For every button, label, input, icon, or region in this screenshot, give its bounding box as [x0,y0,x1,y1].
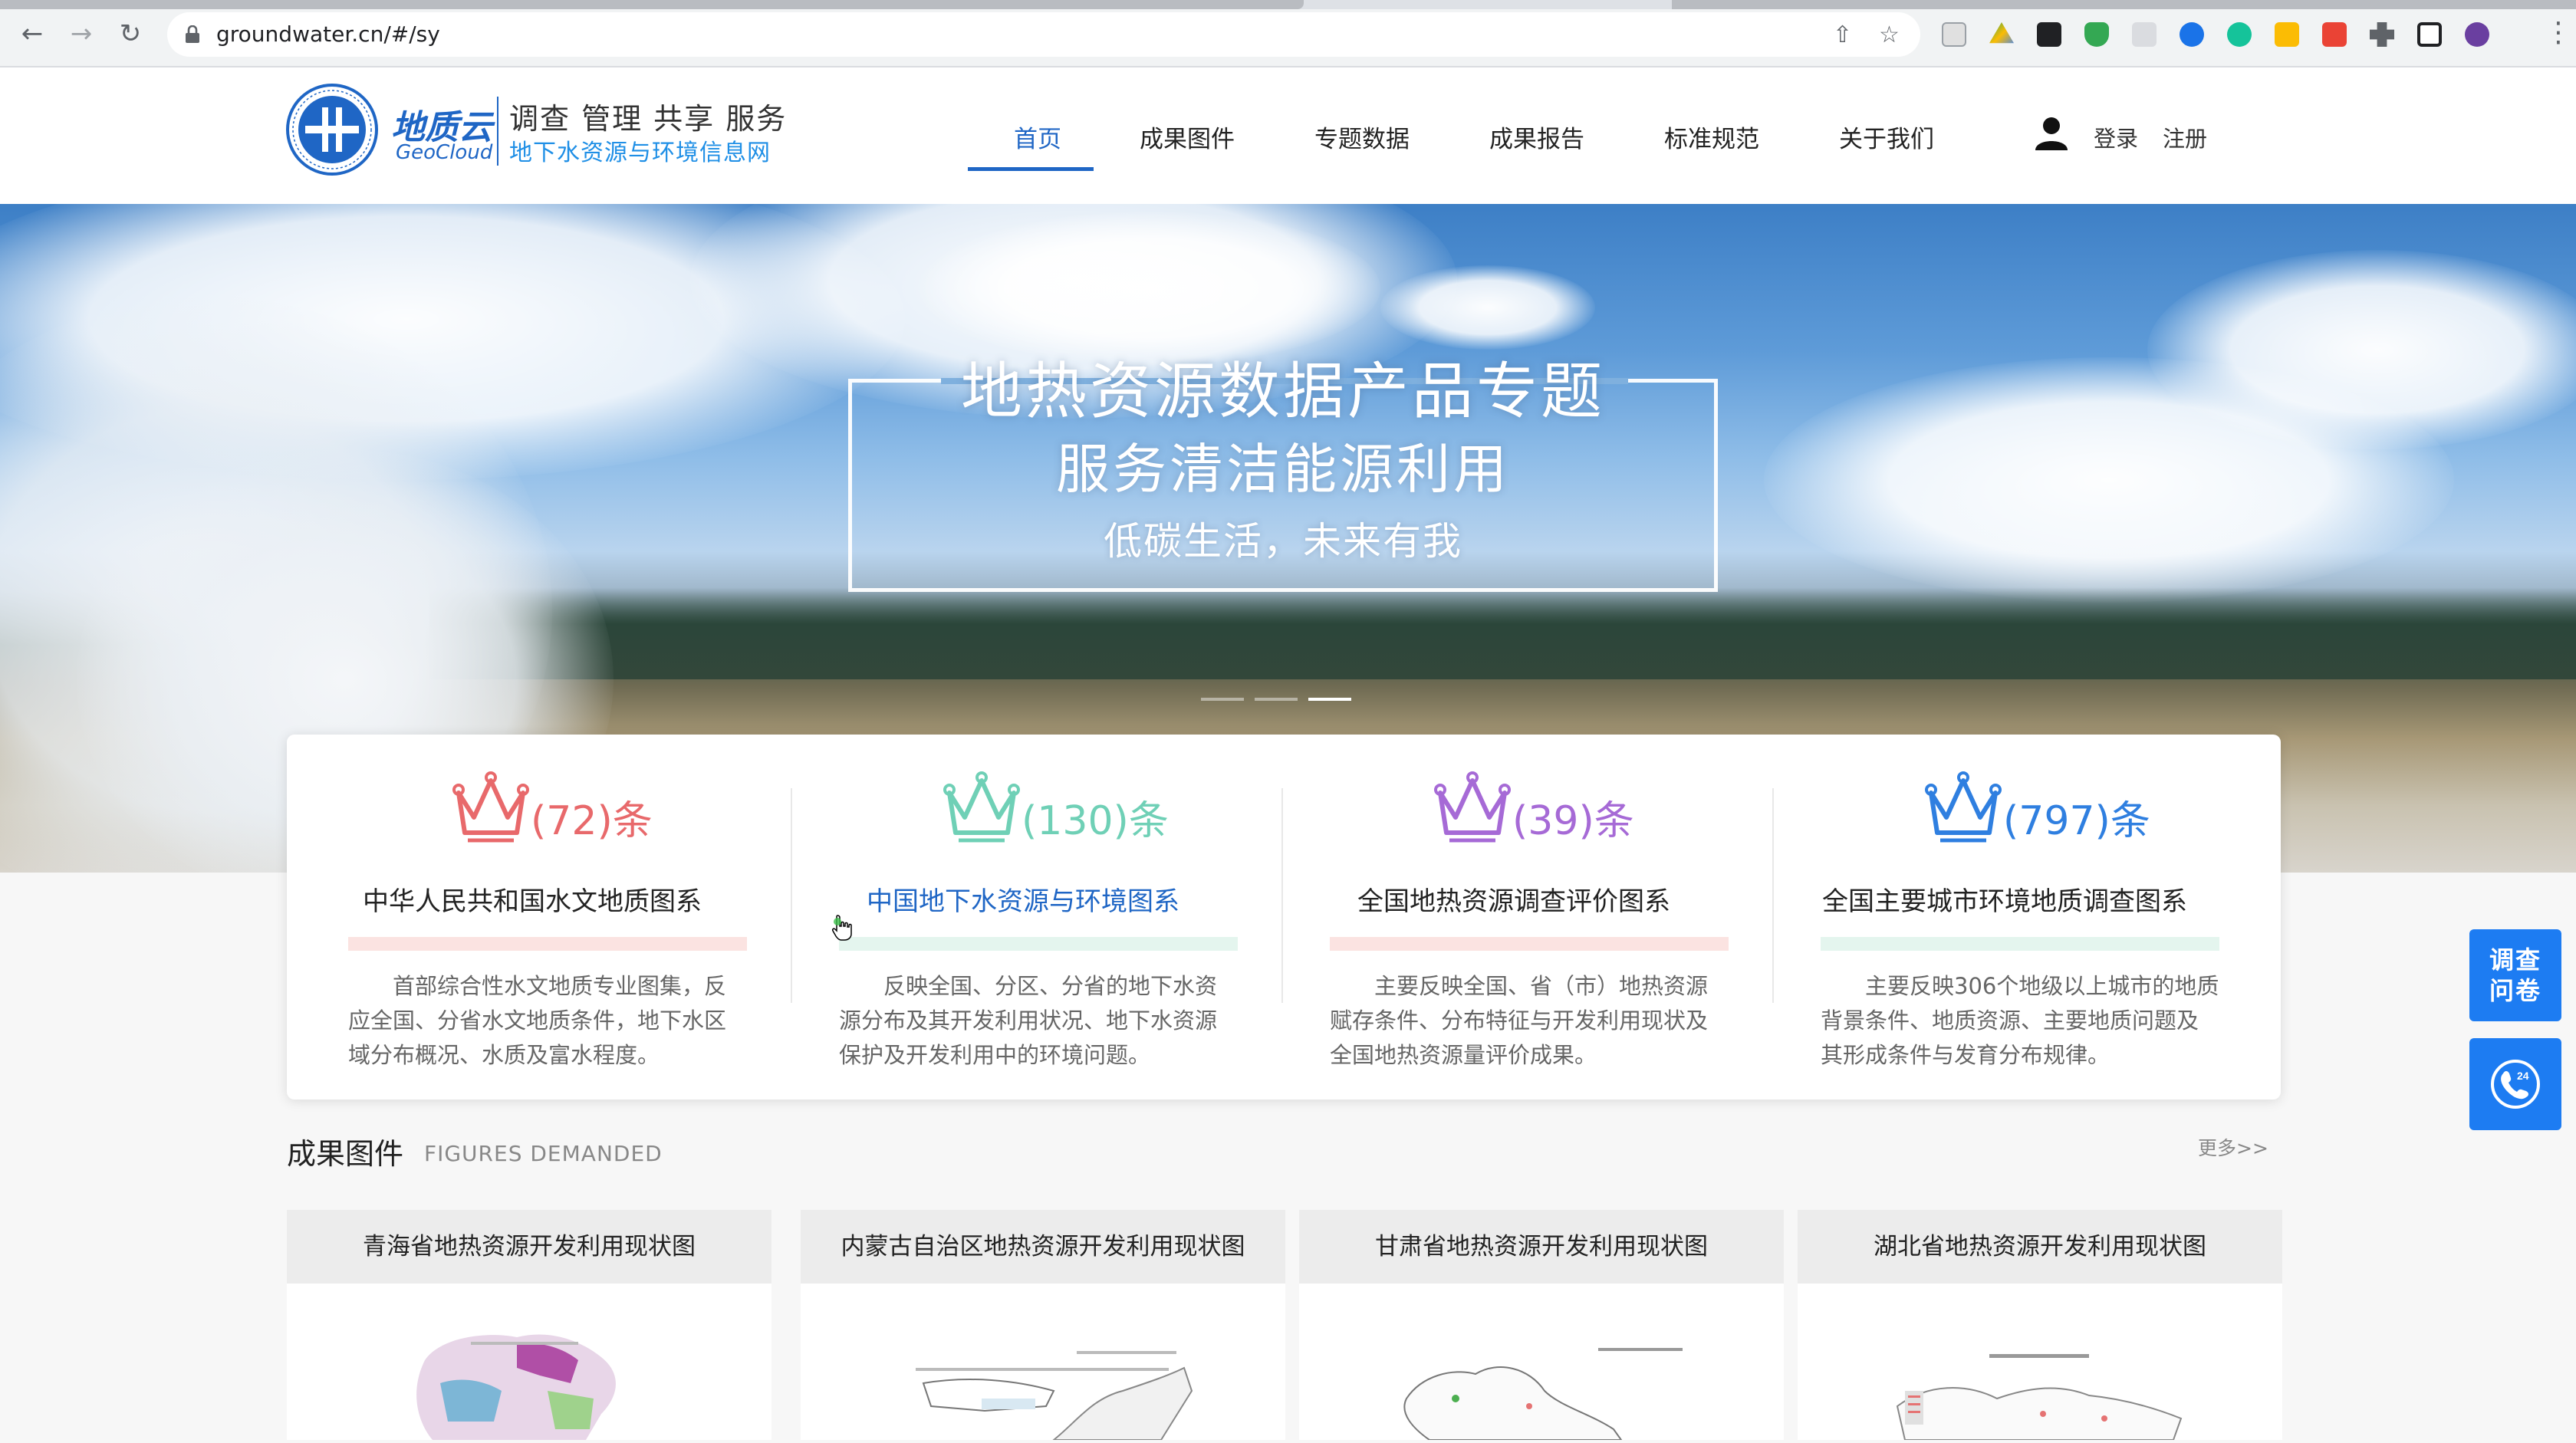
wifi-extension-icon[interactable] [2180,22,2204,47]
category-panel: (72)条 中华人民共和国水文地质图系 首部综合性水文地质专业图集，反应全国、分… [287,735,2281,1100]
register-link[interactable]: 注册 [2163,121,2207,153]
logo-divider [497,97,498,166]
bookmark-star-icon[interactable]: ☆ [1879,21,1900,48]
nav-item-about[interactable]: 关于我们 [1839,120,1934,154]
address-bar[interactable]: groundwater.cn/#/sy ⇧ ☆ [167,12,1920,57]
category-description: 主要反映306个地级以上城市的地质背景条件、地质资源、主要地质问题及其形成条件与… [1821,973,2219,1068]
hero-tagline: 低碳生活，未来有我 [1104,519,1462,564]
logo-text-en: GeoCloud [396,141,493,164]
category-card[interactable]: (797)条 全国主要城市环境地质调查图系 主要反映306个地级以上城市的地质背… [1759,735,2250,1100]
nav-item-standards[interactable]: 标准规范 [1664,120,1759,154]
category-title[interactable]: 中国地下水资源与环境图系 [778,880,1268,918]
figure-title[interactable]: 湖北省地热资源开发利用现状图 [1798,1210,2282,1284]
shield-extension-icon[interactable] [2084,22,2109,47]
category-description: 主要反映全国、省（市）地热资源赋存条件、分布特征与开发利用现状及全国地热资源量评… [1330,973,1709,1068]
category-accent-bar [348,937,747,951]
geology-logo-icon[interactable] [285,83,379,176]
carousel-dot[interactable] [1201,698,1244,701]
site-subtitle: 地下水资源与环境信息网 [509,140,771,166]
tab-strip [0,0,2576,9]
survey-button[interactable]: 调查 问卷 [2469,929,2561,1021]
crown-icon [1925,771,2002,843]
map-thumbnail-icon [916,1351,1193,1441]
lock-icon [186,25,199,43]
carousel-dot[interactable] [1255,698,1298,701]
nav-item-home[interactable]: 首页 [1014,120,1061,154]
forward-icon[interactable]: → [64,17,98,51]
browser-tab[interactable] [0,0,1304,9]
hand-cursor-icon [832,915,852,941]
back-icon[interactable]: ← [15,17,49,51]
category-description: 反映全国、分区、分省的地下水资源分布及其开发利用状况、地下水资源保护及开发利用中… [839,973,1218,1068]
figure-card[interactable]: 甘肃省地热资源开发利用现状图 [1299,1210,1784,1441]
drive-icon[interactable] [1989,22,2014,44]
hotline-button[interactable]: 24 [2469,1038,2561,1130]
figure-thumbnail[interactable] [801,1284,1285,1441]
category-description: 首部综合性水文地质专业图集，反应全国、分省水文地质条件，地下水区域分布概况、水质… [348,973,727,1068]
category-title[interactable]: 中华人民共和国水文地质图系 [287,880,778,918]
hero-cloud [1380,265,1595,350]
crown-icon [1434,771,1511,843]
browser-menu-icon[interactable]: ⋮ [2545,17,2572,48]
url-text[interactable]: groundwater.cn/#/sy [216,21,440,47]
nav-item-reports[interactable]: 成果报告 [1489,120,1584,154]
share-icon[interactable]: ⇧ [1833,21,1852,48]
figure-title[interactable]: 内蒙古自治区地热资源开发利用现状图 [801,1210,1285,1284]
crown-icon [943,771,1020,843]
nav-item-thematic-data[interactable]: 专题数据 [1314,120,1410,154]
figure-card[interactable]: 内蒙古自治区地热资源开发利用现状图 [801,1210,1285,1441]
category-title[interactable]: 全国主要城市环境地质调查图系 [1759,880,2250,918]
section-title: 成果图件 [287,1137,404,1171]
figure-thumbnail[interactable] [1798,1284,2282,1441]
hero-treeline [429,587,2576,679]
category-count: (130)条 [1022,798,1169,844]
puzzle-extensions-icon[interactable] [2370,22,2394,47]
figure-card[interactable]: 湖北省地热资源开发利用现状图 [1798,1210,2282,1441]
browser-tab[interactable] [1672,0,2576,9]
hotline-badge: 24 [2517,1070,2529,1082]
category-card[interactable]: (72)条 中华人民共和国水文地质图系 首部综合性水文地质专业图集，反应全国、分… [287,735,778,1100]
site-slogan: 调查 管理 共享 服务 [509,102,788,136]
figure-title[interactable]: 青海省地热资源开发利用现状图 [287,1210,771,1284]
category-accent-bar [1821,937,2219,951]
grammarly-icon[interactable] [2227,22,2252,47]
survey-label: 调查 问卷 [2489,945,2541,1005]
map-thumbnail-icon [1896,1354,2183,1441]
category-accent-bar [1330,937,1729,951]
map-thumbnail-icon [1403,1348,1683,1441]
hero-subtitle: 服务清洁能源利用 [1056,438,1510,501]
login-link[interactable]: 登录 [2094,121,2138,153]
page-extension-icon[interactable] [1942,22,1966,47]
nav-active-indicator [968,167,1094,171]
figure-card[interactable]: 青海省地热资源开发利用现状图 [287,1210,771,1440]
site-header: 地质云 GeoCloud 调查 管理 共享 服务 地下水资源与环境信息网 首页 … [0,67,2576,204]
category-accent-bar [839,937,1238,951]
hero-title: 地热资源数据产品专题 [961,356,1605,427]
figure-title[interactable]: 甘肃省地热资源开发利用现状图 [1299,1210,1784,1284]
side-panel-icon[interactable] [2417,22,2442,47]
category-count: (39)条 [1512,798,1634,844]
figure-thumbnail[interactable] [287,1284,771,1440]
category-card[interactable]: (39)条 全国地热资源调查评价图系 主要反映全国、省（市）地热资源赋存条件、分… [1268,735,1759,1100]
more-link[interactable]: 更多>> [2198,1133,2268,1161]
section-title-en: FIGURES DEMANDED [424,1141,663,1166]
profile-avatar[interactable] [2465,22,2489,47]
download-extension-icon[interactable] [2275,22,2299,47]
figure-thumbnail[interactable] [1299,1284,1784,1441]
crown-icon [452,771,529,843]
map-thumbnail-icon [416,1334,616,1440]
glasses-extension-icon[interactable] [2037,22,2061,47]
reload-icon[interactable]: ↻ [114,17,147,51]
notes-extension-icon[interactable] [2322,22,2347,47]
nav-item-figures[interactable]: 成果图件 [1140,120,1235,154]
window-extension-icon[interactable] [2132,22,2157,47]
category-title[interactable]: 全国地热资源调查评价图系 [1268,880,1759,918]
category-count: (797)条 [2003,798,2150,844]
browser-chrome: ← → ↻ groundwater.cn/#/sy ⇧ ☆ ⋮ [0,0,2576,67]
category-count: (72)条 [531,798,653,844]
carousel-dot-active[interactable] [1308,698,1351,701]
user-icon[interactable] [2034,115,2069,150]
phone-24h-icon: 24 [2491,1060,2540,1109]
